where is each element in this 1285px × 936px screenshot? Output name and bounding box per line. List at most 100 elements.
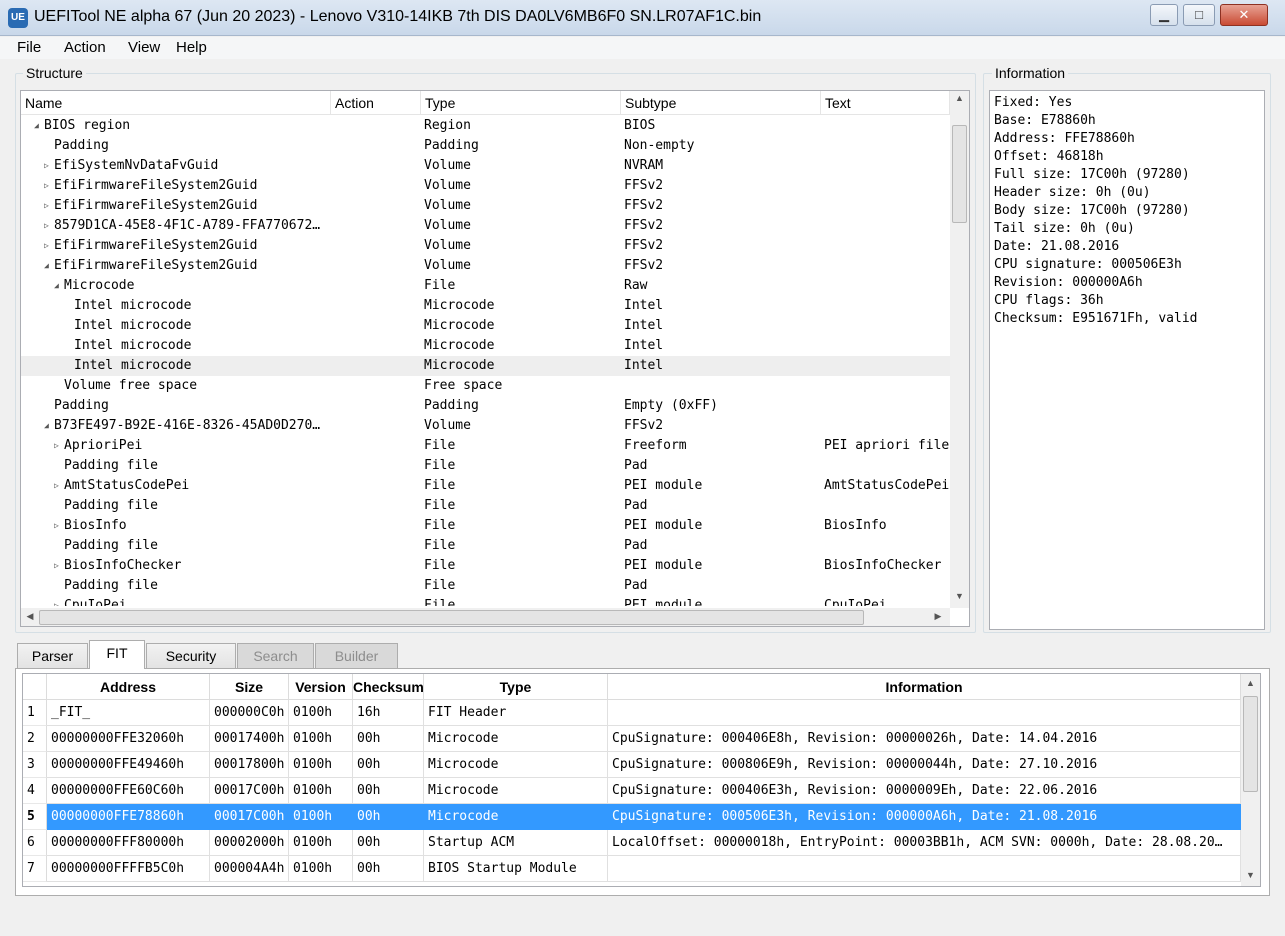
expand-arrow-icon[interactable]: ▷ bbox=[54, 516, 59, 536]
tree-row[interactable]: ◢ BIOS region Region BIOS bbox=[21, 116, 950, 136]
tree-row[interactable]: ▷ CpuIoPei File PEI module CpuIoPei bbox=[21, 596, 950, 606]
tree-row[interactable]: ▷ BiosInfo File PEI module BiosInfo bbox=[21, 516, 950, 536]
tab-fit[interactable]: FIT bbox=[89, 640, 145, 669]
tree-row[interactable]: ▷ EfiFirmwareFileSystem2Guid Volume FFSv2 bbox=[21, 236, 950, 256]
tree-row[interactable]: Intel microcode Microcode Intel bbox=[21, 316, 950, 336]
fit-cell-info: CpuSignature: 000806E9h, Revision: 00000… bbox=[608, 752, 1241, 778]
menu-help[interactable]: Help bbox=[176, 39, 207, 56]
fit-col-size[interactable]: Size bbox=[210, 674, 289, 700]
tree-row[interactable]: Padding file File Pad bbox=[21, 536, 950, 556]
fit-row[interactable]: 6 00000000FFF80000h 00002000h 0100h 00h Start… bbox=[23, 830, 1241, 856]
tree-row[interactable]: ◢ Microcode File Raw bbox=[21, 276, 950, 296]
fit-row[interactable]: 7 00000000FFFFB5C0h 000004A4h 0100h 00h BIOS … bbox=[23, 856, 1241, 882]
fit-row-number[interactable]: 2 bbox=[23, 726, 47, 752]
fit-row-number[interactable]: 4 bbox=[23, 778, 47, 804]
col-name[interactable]: Name bbox=[21, 91, 331, 115]
fit-row-number[interactable]: 6 bbox=[23, 830, 47, 856]
col-text[interactable]: Text bbox=[821, 91, 950, 115]
expand-arrow-icon[interactable]: ▷ bbox=[44, 216, 49, 236]
fit-col-information[interactable]: Information bbox=[608, 674, 1241, 700]
col-action[interactable]: Action bbox=[331, 91, 421, 115]
tree-cell-name: EfiFirmwareFileSystem2Guid bbox=[54, 198, 258, 213]
tree-row[interactable]: ◢ EfiFirmwareFileSystem2Guid Volume FFSv2 bbox=[21, 256, 950, 276]
fit-row[interactable]: 2 00000000FFE32060h 00017400h 0100h 00h Micro… bbox=[23, 726, 1241, 752]
tree-row[interactable]: Intel microcode Microcode Intel bbox=[21, 336, 950, 356]
tree-row[interactable]: Padding file File Pad bbox=[21, 496, 950, 516]
fit-col-address[interactable]: Address bbox=[47, 674, 210, 700]
tree-row[interactable]: ▷ EfiFirmwareFileSystem2Guid Volume FFSv2 bbox=[21, 176, 950, 196]
tab-parser[interactable]: Parser bbox=[17, 643, 88, 668]
fit-row-number[interactable]: 3 bbox=[23, 752, 47, 778]
menu-file[interactable]: File bbox=[17, 39, 41, 56]
expand-arrow-icon[interactable]: ▷ bbox=[44, 176, 49, 196]
fit-cell-info bbox=[608, 700, 1241, 726]
fit-col-checksum[interactable]: Checksum bbox=[353, 674, 424, 700]
collapse-arrow-icon[interactable]: ◢ bbox=[44, 256, 49, 276]
expand-arrow-icon[interactable]: ▷ bbox=[54, 596, 59, 606]
collapse-arrow-icon[interactable]: ◢ bbox=[44, 416, 49, 436]
tree-hscrollbar[interactable]: ◀ ▶ bbox=[21, 608, 950, 626]
tree-row[interactable]: Volume free space Free space bbox=[21, 376, 950, 396]
fit-vscroll-thumb[interactable] bbox=[1243, 696, 1258, 792]
scroll-left-icon[interactable]: ◀ bbox=[23, 611, 37, 622]
tree-row[interactable]: ◢ B73FE497-B92E-416E-8326-45AD0D270… Volum… bbox=[21, 416, 950, 436]
tree-row[interactable]: ▷ AmtStatusCodePei File PEI module AmtStatus… bbox=[21, 476, 950, 496]
expand-arrow-icon[interactable]: ▷ bbox=[44, 196, 49, 216]
fit-cell-checksum: 00h bbox=[353, 830, 424, 856]
tree-hscroll-thumb[interactable] bbox=[39, 610, 864, 625]
tree-row[interactable]: ▷ AprioriPei File Freeform PEI apriori file bbox=[21, 436, 950, 456]
close-button[interactable]: ✕ bbox=[1220, 4, 1268, 26]
fit-row-number[interactable]: 5 bbox=[23, 804, 47, 830]
tree-row[interactable]: ▷ 8579D1CA-45E8-4F1C-A789-FFA770672… Volum… bbox=[21, 216, 950, 236]
fit-scroll-down-icon[interactable]: ▼ bbox=[1241, 870, 1260, 880]
collapse-arrow-icon[interactable]: ◢ bbox=[34, 116, 39, 136]
fit-scroll-up-icon[interactable]: ▲ bbox=[1241, 678, 1260, 688]
info-line: Checksum: E951671Fh, valid bbox=[994, 311, 1198, 326]
expand-arrow-icon[interactable]: ▷ bbox=[54, 476, 59, 496]
tree-row[interactable]: Padding file File Pad bbox=[21, 576, 950, 596]
fit-cell-checksum: 16h bbox=[353, 700, 424, 726]
tree-vscrollbar[interactable]: ▲ ▼ bbox=[950, 91, 969, 608]
tree-cell-name: Padding file bbox=[64, 498, 158, 513]
expand-arrow-icon[interactable]: ▷ bbox=[44, 236, 49, 256]
fit-row[interactable]: 1 _FIT_ 000000C0h 0100h 16h FIT Header bbox=[23, 700, 1241, 726]
tree-row[interactable]: ▷ EfiFirmwareFileSystem2Guid Volume FFSv2 bbox=[21, 196, 950, 216]
scroll-up-icon[interactable]: ▲ bbox=[950, 93, 969, 103]
fit-table[interactable]: Address Size Version Checksum Type Infor… bbox=[22, 673, 1261, 887]
menu-action[interactable]: Action bbox=[64, 39, 106, 56]
maximize-button[interactable]: □ bbox=[1183, 4, 1215, 26]
collapse-arrow-icon[interactable]: ◢ bbox=[54, 276, 59, 296]
tree-row[interactable]: Padding Padding Non-empty bbox=[21, 136, 950, 156]
fit-cell-checksum: 00h bbox=[353, 778, 424, 804]
tree-row[interactable]: ▷ BiosInfoChecker File PEI module BiosInfoCh… bbox=[21, 556, 950, 576]
tree-cell-type: File bbox=[424, 278, 456, 293]
tree-row[interactable]: Intel microcode Microcode Intel bbox=[21, 296, 950, 316]
expand-arrow-icon[interactable]: ▷ bbox=[54, 436, 59, 456]
tree-row[interactable]: Intel microcode Microcode Intel bbox=[21, 356, 950, 376]
tree-cell-name: Volume free space bbox=[64, 378, 198, 393]
menu-view[interactable]: View bbox=[128, 39, 160, 56]
tree-row[interactable]: ▷ EfiSystemNvDataFvGuid Volume NVRAM bbox=[21, 156, 950, 176]
scroll-right-icon[interactable]: ▶ bbox=[931, 611, 945, 622]
fit-row[interactable]: 4 00000000FFE60C60h 00017C00h 0100h 00h Micro… bbox=[23, 778, 1241, 804]
fit-row[interactable]: 3 00000000FFE49460h 00017800h 0100h 00h Micro… bbox=[23, 752, 1241, 778]
minimize-button[interactable]: ▁ bbox=[1150, 4, 1178, 26]
fit-row[interactable]: 5 00000000FFE78860h 00017C00h 0100h 00h Micro… bbox=[23, 804, 1241, 830]
structure-tree[interactable]: Name Action Type Subtype Text ◢ BIOS regi… bbox=[20, 90, 970, 627]
col-subtype[interactable]: Subtype bbox=[621, 91, 821, 115]
tree-vscroll-thumb[interactable] bbox=[952, 125, 967, 223]
tree-row[interactable]: Padding file File Pad bbox=[21, 456, 950, 476]
fit-col-type[interactable]: Type bbox=[424, 674, 608, 700]
fit-row-number[interactable]: 7 bbox=[23, 856, 47, 882]
fit-vscrollbar[interactable]: ▲ ▼ bbox=[1241, 674, 1260, 886]
expand-arrow-icon[interactable]: ▷ bbox=[54, 556, 59, 576]
tree-row[interactable]: Padding Padding Empty (0xFF) bbox=[21, 396, 950, 416]
tab-security[interactable]: Security bbox=[146, 643, 236, 668]
scroll-down-icon[interactable]: ▼ bbox=[950, 591, 969, 601]
information-panel[interactable]: Fixed: Yes Base: E78860h Address: FFE78860… bbox=[989, 90, 1265, 630]
fit-col-version[interactable]: Version bbox=[289, 674, 353, 700]
expand-arrow-icon[interactable]: ▷ bbox=[44, 156, 49, 176]
fit-row-number[interactable]: 1 bbox=[23, 700, 47, 726]
tree-cell-type: File bbox=[424, 438, 456, 453]
col-type[interactable]: Type bbox=[421, 91, 621, 115]
